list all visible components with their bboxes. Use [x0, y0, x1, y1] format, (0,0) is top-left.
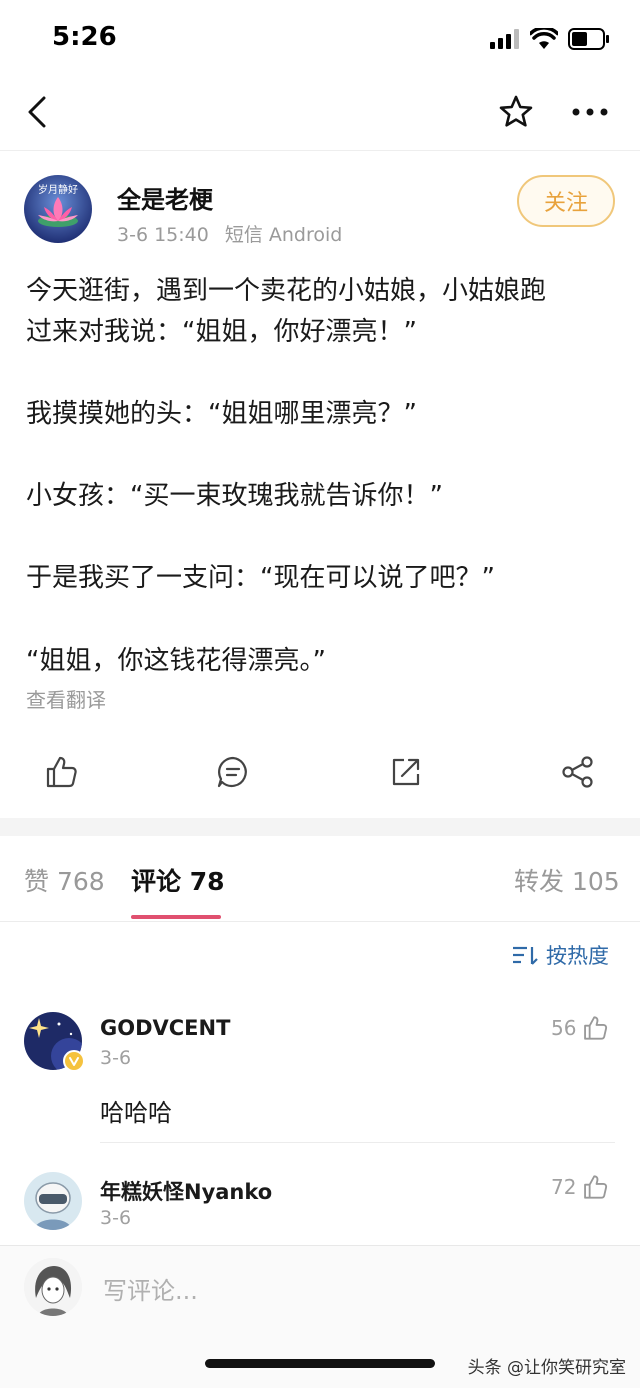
back-button[interactable] — [20, 94, 54, 130]
verified-badge-icon — [63, 1050, 85, 1072]
follow-button[interactable]: 关注 — [517, 175, 615, 227]
comment-date: 3-6 — [100, 1047, 132, 1069]
share-nodes-icon — [562, 756, 593, 788]
tab-divider — [0, 921, 640, 922]
avatar-caption: 岁月静好 — [38, 185, 78, 196]
section-divider — [0, 818, 640, 836]
comment-like-count: 72 — [551, 1175, 577, 1199]
tab-comments[interactable]: 评论 78 — [131, 862, 225, 898]
comment-text: 哈哈哈 — [100, 1099, 172, 1127]
share-out-icon — [392, 758, 420, 786]
favorite-button[interactable] — [496, 92, 536, 132]
repost-button[interactable] — [389, 755, 425, 791]
share-button[interactable] — [561, 755, 597, 791]
comment-divider — [100, 1142, 615, 1143]
watermark-text: 头条 @让你笑研究室 — [467, 1358, 626, 1378]
post-text-line: 于是我买了一支问：“现在可以说了吧？” — [26, 563, 495, 593]
thumbs-up-icon — [584, 1175, 608, 1199]
like-button[interactable] — [44, 755, 80, 791]
post-text-line: 我摸摸她的头：“姐姐哪里漂亮？” — [26, 399, 417, 429]
post-source: 短信 Android — [224, 224, 343, 246]
thumbs-up-icon — [46, 756, 77, 788]
comment-bubble-icon — [217, 756, 247, 788]
comment-like-button[interactable]: 72 — [551, 1174, 608, 1200]
comment-like-button[interactable]: 56 — [551, 1015, 608, 1041]
comment-button[interactable] — [216, 755, 252, 791]
post-text-line: 小女孩：“买一束玫瑰我就告诉你！” — [26, 481, 443, 511]
battery-icon — [568, 28, 609, 50]
thumbs-up-icon — [584, 1016, 608, 1040]
more-dots-icon — [572, 108, 608, 116]
comment-username[interactable]: 年糕妖怪Nyanko — [100, 1176, 272, 1206]
anime-character-avatar-image — [24, 1172, 82, 1230]
cellular-signal-icon — [490, 29, 519, 49]
translate-link[interactable]: 查看翻译 — [26, 684, 106, 713]
home-indicator — [205, 1359, 435, 1368]
more-button[interactable] — [570, 100, 610, 124]
comment-username[interactable]: GODVCENT — [100, 1016, 230, 1040]
comment-like-count: 56 — [551, 1016, 577, 1040]
star-icon — [499, 95, 533, 127]
post-date: 3-6 15:40 — [117, 224, 209, 246]
status-time: 5:26 — [52, 22, 117, 52]
active-tab-indicator — [131, 915, 221, 919]
wifi-icon — [530, 28, 558, 49]
chevron-left-icon — [28, 96, 46, 128]
my-avatar[interactable] — [24, 1258, 82, 1316]
comment-input[interactable]: 写评论... — [103, 1271, 198, 1306]
nav-divider — [0, 150, 640, 151]
post-text-line: 今天逛街，遇到一个卖花的小姑娘，小姑娘跑 — [26, 276, 547, 306]
sort-button[interactable]: 按热度 — [512, 940, 609, 970]
author-avatar[interactable]: 岁月静好 — [24, 175, 92, 243]
sketch-girl-avatar-image — [24, 1258, 82, 1316]
sort-icon — [513, 946, 538, 965]
tab-likes[interactable]: 赞 768 — [24, 862, 105, 898]
status-icons — [490, 26, 610, 52]
tab-reposts[interactable]: 转发 105 — [514, 862, 620, 898]
post-text-line: “姐姐，你这钱花得漂亮。” — [26, 646, 326, 676]
post-meta: 3-6 15:40 短信 Android — [117, 220, 358, 247]
sort-label: 按热度 — [546, 944, 609, 968]
author-name[interactable]: 全是老梗 — [117, 180, 213, 215]
comment-avatar[interactable] — [24, 1172, 82, 1230]
comment-date: 3-6 — [100, 1207, 132, 1229]
post-text-line: 过来对我说：“姐姐，你好漂亮！” — [26, 317, 417, 347]
